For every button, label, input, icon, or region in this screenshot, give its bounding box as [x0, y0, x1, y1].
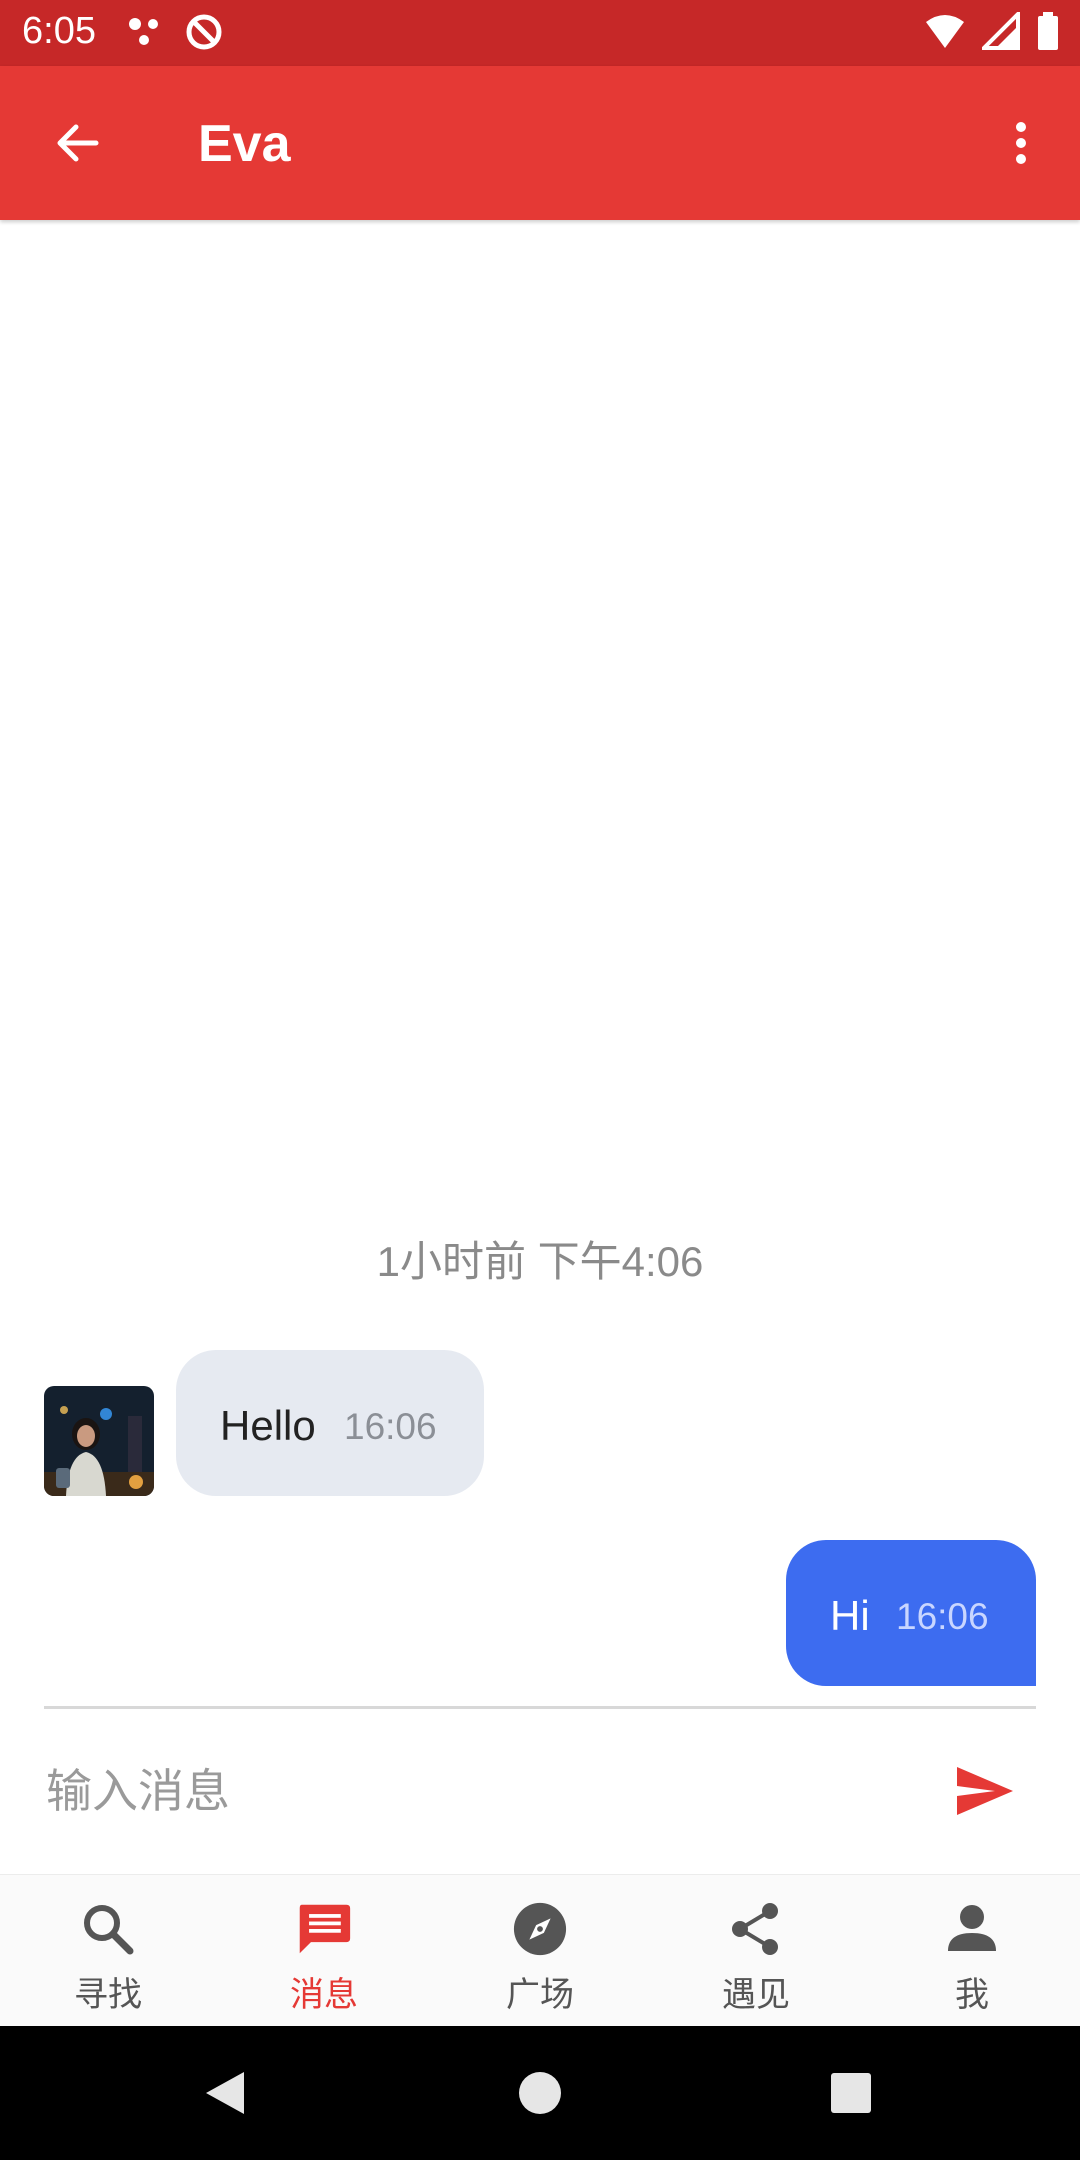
send-button[interactable]	[950, 1758, 1020, 1824]
square-recents-icon	[831, 2073, 871, 2113]
system-home-button[interactable]	[507, 2060, 573, 2126]
message-time: 16:06	[896, 1596, 989, 1637]
share-icon	[728, 1901, 784, 1957]
nav-label: 寻找	[74, 1976, 142, 2014]
system-back-button[interactable]	[192, 2060, 258, 2126]
compass-icon	[512, 1901, 568, 1957]
status-right-icons	[924, 9, 1060, 57]
wifi-icon	[924, 12, 966, 57]
send-icon	[957, 1767, 1013, 1815]
message-text: Hi	[830, 1592, 870, 1639]
system-recents-button[interactable]	[818, 2060, 884, 2126]
no-location-icon	[184, 12, 224, 57]
message-icon	[296, 1901, 352, 1957]
arrow-back-icon	[57, 124, 99, 162]
battery-icon	[1036, 12, 1060, 57]
status-time: 6:05	[22, 10, 96, 52]
message-input[interactable]	[44, 1740, 928, 1842]
incoming-message-bubble[interactable]: Hello 16:06	[176, 1350, 484, 1496]
dots-notification-icon	[126, 12, 166, 57]
nav-item-find[interactable]: 寻找	[0, 1875, 216, 2027]
nav-label: 遇见	[722, 1976, 790, 2014]
person-icon	[944, 1901, 1000, 1957]
nav-item-encounter[interactable]: 遇见	[648, 1875, 864, 2027]
chat-area[interactable]: 1小时前 下午4:06 Hello 16:06 Hi 16:06	[0, 220, 1080, 1706]
nav-item-square[interactable]: 广场	[432, 1875, 648, 2027]
system-nav-bar	[0, 2026, 1080, 2160]
time-divider: 1小时前 下午4:06	[376, 1238, 704, 1285]
more-vert-icon	[1016, 122, 1026, 164]
outgoing-message-bubble[interactable]: Hi 16:06	[786, 1540, 1036, 1686]
nav-item-messages[interactable]: 消息	[216, 1875, 432, 2027]
message-time: 16:06	[344, 1406, 437, 1447]
app-bar: Eva	[0, 66, 1080, 220]
triangle-back-icon	[206, 2072, 244, 2114]
cell-signal-icon	[979, 9, 1020, 57]
contact-avatar[interactable]	[44, 1386, 154, 1496]
nav-item-me[interactable]: 我	[864, 1875, 1080, 2027]
nav-label: 我	[955, 1976, 989, 2014]
bottom-nav: 寻找 消息 广场 遇见 我	[0, 1874, 1080, 2027]
status-left-icons	[126, 12, 224, 57]
message-text: Hello	[220, 1402, 316, 1449]
nav-label: 消息	[290, 1976, 358, 2014]
circle-home-icon	[519, 2072, 561, 2114]
chat-title: Eva	[198, 115, 291, 173]
back-button[interactable]	[44, 110, 110, 176]
input-divider	[44, 1706, 1036, 1709]
search-icon	[80, 1901, 136, 1957]
status-bar: 6:05	[0, 0, 1080, 66]
more-options-button[interactable]	[988, 110, 1054, 176]
nav-label: 广场	[506, 1976, 574, 2014]
